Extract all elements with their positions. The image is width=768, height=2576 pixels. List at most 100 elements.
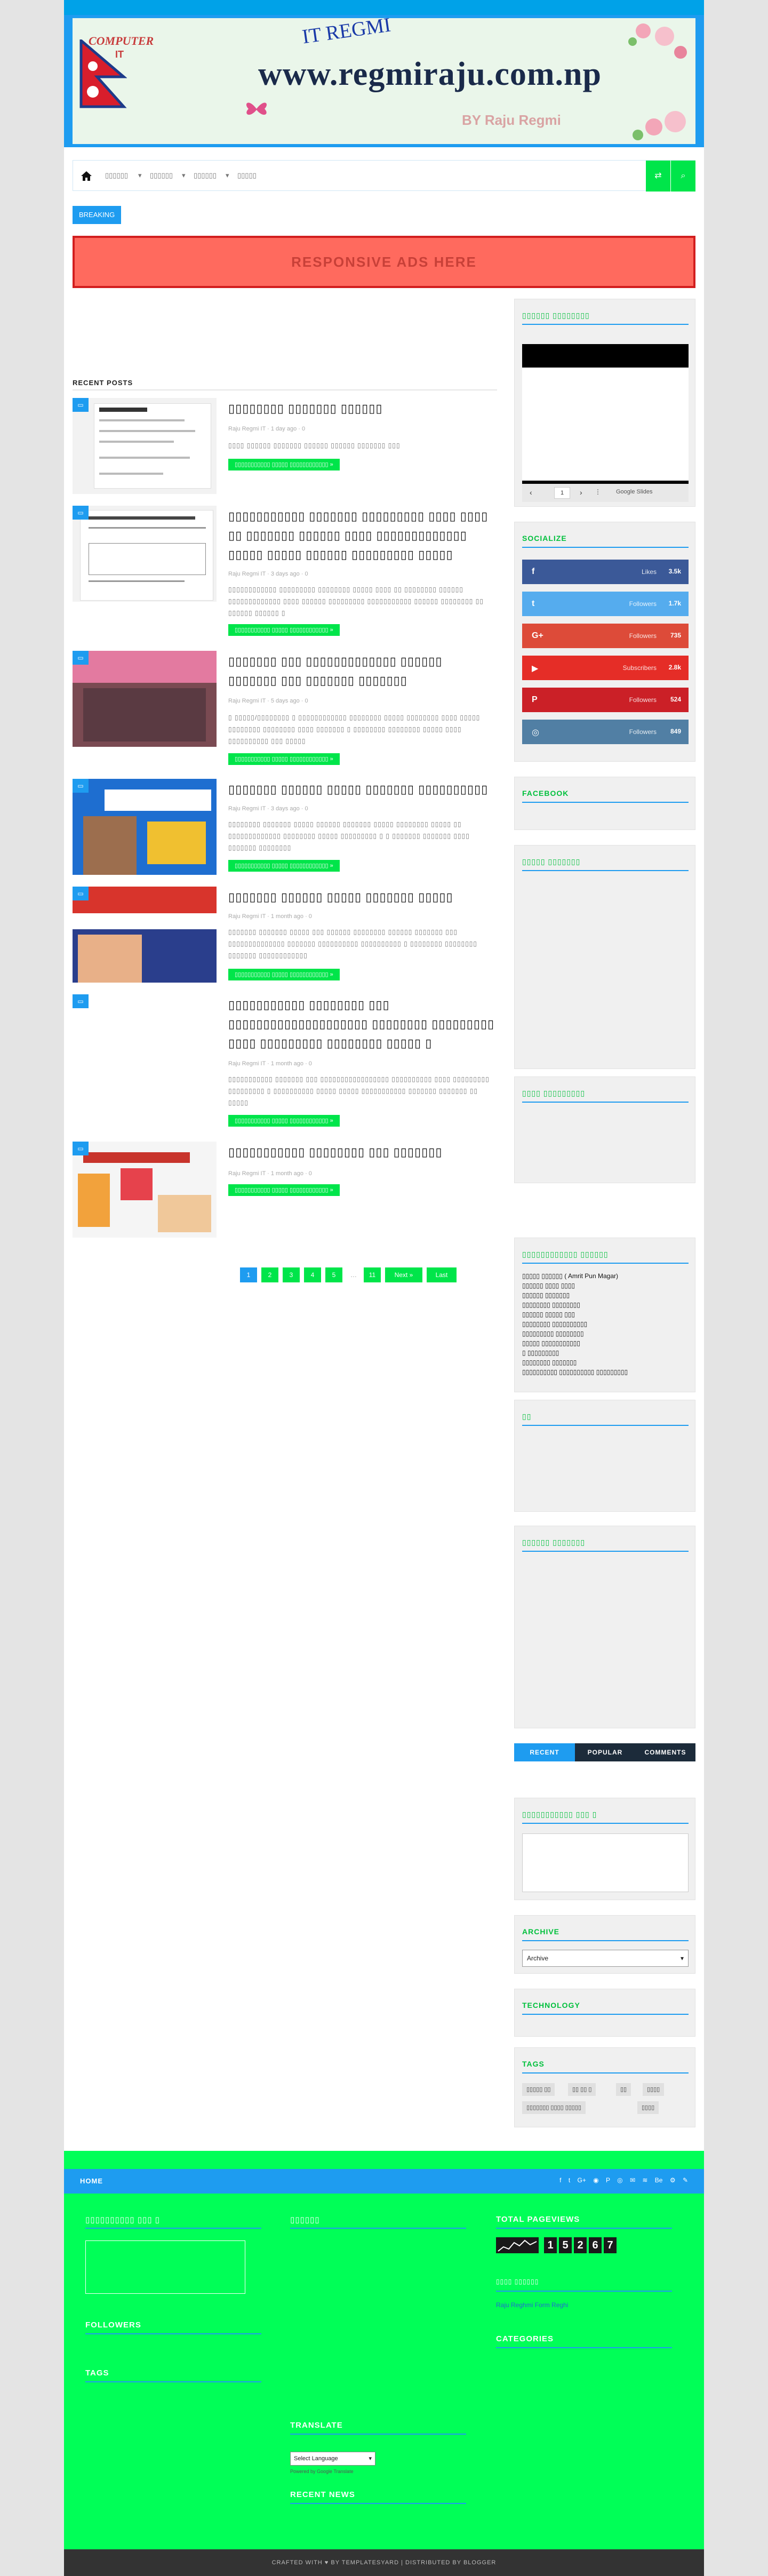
tag-chip[interactable]: ▯▯▯▯ bbox=[643, 2083, 665, 2096]
widget-divider bbox=[522, 547, 689, 548]
instagram-counter[interactable]: ◎ Followers 849 bbox=[522, 720, 689, 744]
category-badge[interactable]: ▭ bbox=[73, 779, 89, 793]
pinterest-counter[interactable]: P Followers 524 bbox=[522, 688, 689, 712]
read-more-button[interactable]: ▯▯▯▯▯▯▯▯▯▯▯ ▯▯▯▯▯ ▯▯▯▯▯▯▯▯▯▯▯▯ » bbox=[228, 969, 340, 980]
contact-textarea[interactable] bbox=[522, 1833, 689, 1892]
read-more-button[interactable]: ▯▯▯▯▯▯▯▯▯▯▯ ▯▯▯▯▯ ▯▯▯▯▯▯▯▯▯▯▯▯ » bbox=[228, 459, 340, 470]
facebook-icon[interactable]: f bbox=[559, 2176, 561, 2184]
category-badge[interactable]: ▭ bbox=[73, 506, 89, 520]
post-title[interactable]: ▯▯▯▯▯▯▯ ▯▯▯▯▯▯ ▯▯▯▯▯ ▯▯▯▯▯▯▯ ▯▯▯▯▯ bbox=[228, 888, 495, 907]
post-title[interactable]: ▯▯▯▯▯▯▯ ▯▯▯ ▯▯▯▯▯▯▯▯▯▯▯▯▯ ▯▯▯▯▯▯ ▯▯▯▯▯▯▯… bbox=[228, 652, 495, 690]
youtube-counter[interactable]: ▶ Subscribers 2.8k bbox=[522, 656, 689, 680]
post-title[interactable]: ▯▯▯▯▯▯▯▯ ▯▯▯▯▯▯▯ ▯▯▯▯▯▯ bbox=[228, 399, 495, 418]
sidebar-link[interactable]: ▯▯▯▯▯▯▯▯ ▯▯▯▯▯▯▯▯▯▯ bbox=[522, 1319, 628, 1329]
footer-contact-title: ▯▯▯▯▯▯▯▯▯▯ ▯▯▯ ▯ bbox=[85, 2215, 160, 2224]
page-11-button[interactable]: 11 bbox=[364, 1267, 381, 1282]
nav-item-1[interactable]: ▯▯▯▯▯▯ bbox=[105, 171, 128, 180]
tag-chip[interactable]: ▯▯ ▯▯ ▯ bbox=[568, 2083, 596, 2096]
prev-slide-icon[interactable]: ‹ bbox=[530, 488, 532, 497]
page-4-button[interactable]: 4 bbox=[304, 1267, 321, 1282]
search-button[interactable]: ⌕ bbox=[671, 161, 695, 192]
footer-home-link[interactable]: HOME bbox=[80, 2177, 103, 2185]
sidebar-link[interactable]: ▯ ▯▯▯▯▯▯▯▯▯ bbox=[522, 1348, 628, 1358]
sidebar-link[interactable]: ▯▯▯▯▯▯▯▯ ▯▯▯▯▯▯▯▯ bbox=[522, 1300, 628, 1310]
category-badge[interactable]: ▭ bbox=[73, 651, 89, 665]
twitter-icon[interactable]: t bbox=[569, 2176, 570, 2184]
nav-item-3[interactable]: ▯▯▯▯▯▯ bbox=[194, 171, 217, 180]
archive-select[interactable]: Archive ▾ bbox=[522, 1950, 689, 1967]
tag-chip[interactable]: ▯▯ bbox=[616, 2083, 631, 2096]
post-thumbnail[interactable]: ▭ bbox=[73, 398, 217, 494]
sidebar-link[interactable]: ▯▯▯▯▯ ▯▯▯▯▯▯▯▯▯▯▯ bbox=[522, 1338, 628, 1348]
last-page-button[interactable]: Last bbox=[427, 1267, 457, 1282]
post-thumbnail[interactable]: ▭ bbox=[73, 779, 217, 875]
facebook-widget: FACEBOOK bbox=[514, 777, 695, 830]
tab-recent[interactable]: RECENT bbox=[514, 1743, 575, 1761]
read-more-button[interactable]: ▯▯▯▯▯▯▯▯▯▯▯ ▯▯▯▯▯ ▯▯▯▯▯▯▯▯▯▯▯▯ » bbox=[228, 1184, 340, 1196]
page-5-button[interactable]: 5 bbox=[325, 1267, 342, 1282]
behance-icon[interactable]: Be bbox=[655, 2176, 663, 2184]
slides-embed[interactable] bbox=[522, 344, 689, 484]
sidebar-link[interactable]: ▯▯▯▯▯ ▯▯▯▯▯▯ ( Amrit Pun Magar) bbox=[522, 1271, 628, 1281]
page-2-button[interactable]: 2 bbox=[261, 1267, 278, 1282]
read-more-button[interactable]: ▯▯▯▯▯▯▯▯▯▯▯ ▯▯▯▯▯ ▯▯▯▯▯▯▯▯▯▯▯▯ » bbox=[228, 753, 340, 765]
category-badge[interactable]: ▭ bbox=[73, 887, 89, 900]
tag-chip[interactable]: ▯▯▯▯▯▯▯ ▯▯▯▯ ▯▯▯▯▯ bbox=[522, 2101, 586, 2114]
tag-chip[interactable]: ▯▯▯▯▯ ▯▯ bbox=[522, 2083, 555, 2096]
dribbble-icon[interactable]: ◉ bbox=[593, 2176, 598, 2184]
sidebar-link[interactable]: ▯▯▯▯▯▯ ▯▯▯▯ ▯▯▯▯ bbox=[522, 1281, 628, 1290]
sidebar-link[interactable]: ▯▯▯▯▯▯▯▯ ▯▯▯▯▯▯▯ bbox=[522, 1358, 628, 1367]
header-banner[interactable]: COMPUTER IT IT REGMI www.regmiraju.com.n… bbox=[73, 18, 695, 144]
chevron-down-icon: ▾ bbox=[182, 171, 186, 179]
sidebar-link[interactable]: ▯▯▯▯▯▯ ▯▯▯▯▯▯▯ bbox=[522, 1290, 628, 1300]
read-more-button[interactable]: ▯▯▯▯▯▯▯▯▯▯▯ ▯▯▯▯▯ ▯▯▯▯▯▯▯▯▯▯▯▯ » bbox=[228, 1115, 340, 1127]
category-badge[interactable]: ▭ bbox=[73, 1142, 89, 1155]
post-title[interactable]: ▯▯▯▯▯▯▯▯▯▯▯ ▯▯▯▯▯▯▯▯ ▯▯▯ ▯▯▯▯▯▯▯ bbox=[228, 1143, 495, 1162]
email-icon[interactable]: ✉ bbox=[630, 2176, 635, 2184]
next-slide-icon[interactable]: › bbox=[580, 488, 582, 497]
footer-contact-textarea[interactable] bbox=[85, 2240, 245, 2294]
google-plus-icon[interactable]: G+ bbox=[578, 2176, 586, 2184]
twitter-counter[interactable]: t Followers 1.7k bbox=[522, 592, 689, 616]
edit-icon[interactable]: ✎ bbox=[683, 2176, 688, 2184]
rss-icon[interactable]: ≋ bbox=[642, 2176, 647, 2184]
post-thumbnail[interactable]: ▭ bbox=[73, 506, 217, 602]
nav-item-2[interactable]: ▯▯▯▯▯▯ bbox=[150, 171, 173, 180]
post-title[interactable]: ▯▯▯▯▯▯▯▯▯▯▯ ▯▯▯▯▯▯▯▯ ▯▯▯ ▯▯▯▯▯▯▯▯▯▯▯▯▯▯▯… bbox=[228, 995, 495, 1053]
sidebar-link[interactable]: ▯▯▯▯▯▯▯▯▯▯ ▯▯▯▯▯▯▯▯▯▯ ▯▯▯▯▯▯▯▯▯ bbox=[522, 1367, 628, 1377]
nav-item-4[interactable]: ▯▯▯▯▯ bbox=[237, 171, 257, 180]
settings-icon[interactable]: ⚙ bbox=[670, 2176, 676, 2184]
more-options-icon[interactable]: ⋮ bbox=[595, 488, 601, 496]
footer-link[interactable]: Raju Reghmi Form Reghi bbox=[496, 2301, 568, 2309]
post-title[interactable]: ▯▯▯▯▯▯▯ ▯▯▯▯▯▯ ▯▯▯▯▯ ▯▯▯▯▯▯▯ ▯▯▯▯▯▯▯▯▯▯ bbox=[228, 780, 495, 799]
page-3-button[interactable]: 3 bbox=[283, 1267, 300, 1282]
facebook-counter[interactable]: f Likes 3.5k bbox=[522, 560, 689, 584]
tab-popular[interactable]: POPULAR bbox=[575, 1743, 635, 1761]
google-plus-counter[interactable]: G+ Followers 735 bbox=[522, 624, 689, 648]
sidebar-link[interactable]: ▯▯▯▯▯▯ ▯▯▯▯▯ ▯▯▯ bbox=[522, 1310, 628, 1319]
read-more-button[interactable]: ▯▯▯▯▯▯▯▯▯▯▯ ▯▯▯▯▯ ▯▯▯▯▯▯▯▯▯▯▯▯ » bbox=[228, 860, 340, 872]
ads-banner[interactable]: RESPONSIVE ADS HERE bbox=[73, 236, 695, 288]
post-thumbnail[interactable]: ▭ bbox=[73, 887, 217, 983]
page-1-button[interactable]: 1 bbox=[240, 1267, 257, 1282]
post-thumbnail[interactable]: ▭ bbox=[73, 651, 217, 747]
post-thumbnail[interactable]: ▭ bbox=[73, 1142, 217, 1238]
footer-col3-title: ▯▯▯▯ ▯▯▯▯▯▯ bbox=[496, 2278, 539, 2285]
next-page-button[interactable]: Next » bbox=[385, 1267, 422, 1282]
sidebar-link[interactable]: ▯▯▯▯▯▯▯▯▯ ▯▯▯▯▯▯▯▯ bbox=[522, 1329, 628, 1338]
read-more-button[interactable]: ▯▯▯▯▯▯▯▯▯▯▯ ▯▯▯▯▯ ▯▯▯▯▯▯▯▯▯▯▯▯ » bbox=[228, 624, 340, 636]
category-badge[interactable]: ▭ bbox=[73, 398, 89, 412]
instagram-icon[interactable]: ◎ bbox=[617, 2176, 622, 2184]
shuffle-button[interactable]: ⇄ bbox=[646, 161, 670, 192]
home-icon[interactable] bbox=[79, 169, 93, 183]
tab-comments[interactable]: COMMENTS bbox=[635, 1743, 695, 1761]
slide-number[interactable]: 1 bbox=[554, 487, 570, 499]
powered-by-translate[interactable]: Powered by Google Translate bbox=[290, 2469, 354, 2474]
post-title[interactable]: ▯▯▯▯▯▯▯▯▯▯▯ ▯▯▯▯▯▯▯ ▯▯▯▯▯▯▯▯▯ ▯▯▯▯ ▯▯▯▯ … bbox=[228, 507, 495, 564]
flowers-decoration-icon bbox=[628, 23, 687, 140]
tag-chip[interactable]: ▯▯▯▯ bbox=[637, 2101, 659, 2114]
language-select[interactable]: Select Language ▾ bbox=[290, 2452, 375, 2466]
category-badge[interactable]: ▭ bbox=[73, 994, 89, 1008]
pinterest-icon[interactable]: P bbox=[606, 2176, 610, 2184]
chevron-down-icon: ▾ bbox=[680, 1955, 684, 1962]
